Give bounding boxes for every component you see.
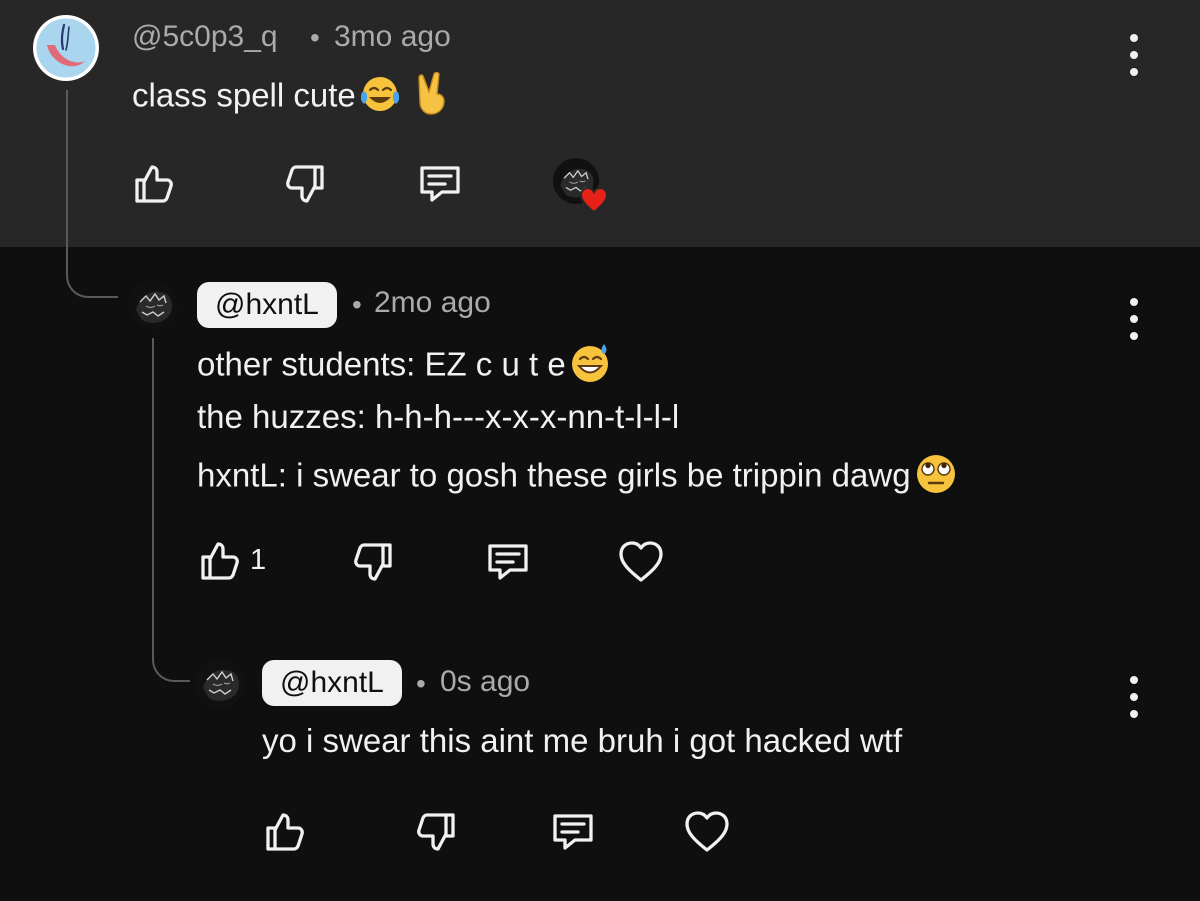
thumb-up-icon[interactable] (195, 537, 243, 585)
more-options-icon[interactable] (1122, 672, 1146, 722)
reply-text-content: other students: EZ c u t e (197, 345, 566, 383)
tears-of-joy-emoji (358, 74, 406, 122)
comment-text-content: class spell cute (132, 76, 356, 114)
heart-icon[interactable] (617, 538, 665, 586)
thumb-up-icon[interactable] (260, 808, 308, 856)
separator-dot: • (352, 289, 362, 320)
reply-icon[interactable] (549, 808, 597, 856)
reply-icon[interactable] (416, 160, 464, 208)
thread-line-1 (66, 90, 118, 298)
reply-timestamp: 2mo ago (374, 286, 491, 319)
reply-text-content: hxntL: i swear to gosh these girls be tr… (197, 456, 911, 494)
thumb-up-icon[interactable] (129, 160, 177, 208)
avatar[interactable] (195, 658, 245, 708)
reply-icon[interactable] (484, 538, 532, 586)
reply-author-handle[interactable]: @hxntL (262, 660, 402, 706)
comment-text: class spell cute (132, 71, 452, 124)
thumb-down-icon[interactable] (350, 538, 398, 586)
thumb-down-icon[interactable] (282, 160, 330, 208)
thread-line-2 (152, 338, 190, 682)
reply-text-line: other students: EZ c u t e (197, 342, 612, 392)
like-count: 1 (250, 544, 267, 576)
comment-timestamp: 3mo ago (334, 20, 451, 53)
separator-dot: • (416, 668, 426, 699)
creator-heart-icon[interactable] (553, 158, 613, 214)
victory-hand-emoji (414, 71, 452, 124)
more-options-icon[interactable] (1122, 30, 1146, 80)
heart-icon[interactable] (683, 808, 731, 856)
more-options-icon[interactable] (1122, 294, 1146, 344)
rolling-eyes-emoji (913, 452, 959, 504)
reply-timestamp: 0s ago (440, 665, 531, 698)
avatar[interactable] (33, 15, 99, 81)
reply-text-line: the huzzes: h-h-h---x-x-x-nn-t-l-l-l (197, 398, 680, 435)
thumb-down-icon[interactable] (413, 808, 461, 856)
separator-dot: • (310, 22, 320, 53)
reply-author-handle[interactable]: @hxntL (197, 282, 337, 328)
grinning-sweat-emoji (568, 342, 612, 392)
comment-author-handle[interactable]: @5c0p3_q (132, 20, 278, 54)
reply-text: yo i swear this aint me bruh i got hacke… (262, 722, 903, 759)
reply-text-line: hxntL: i swear to gosh these girls be tr… (197, 452, 959, 504)
avatar[interactable] (128, 280, 178, 330)
